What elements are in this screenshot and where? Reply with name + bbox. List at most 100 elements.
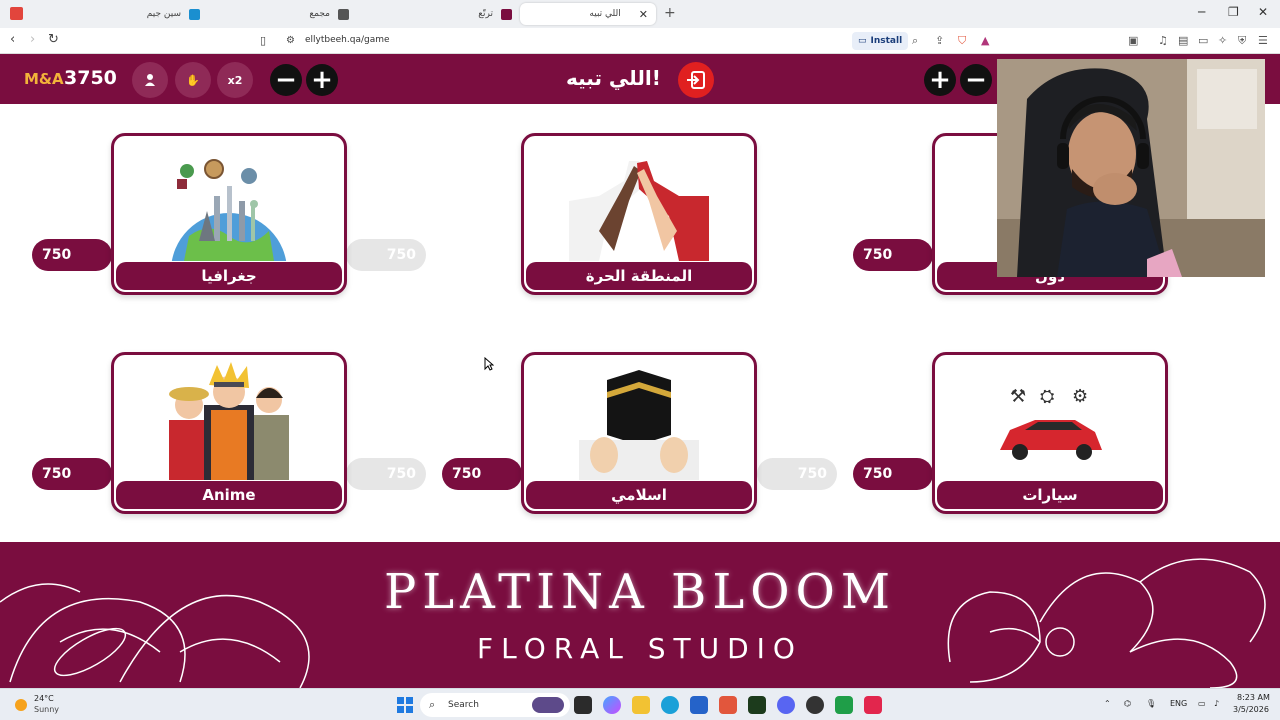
globe-landmarks-image [114,136,344,266]
tab-seen-jeem[interactable]: سين جيم [120,3,208,25]
points-value: 750 [452,466,482,482]
points-pill-geography-right[interactable]: 750 [346,239,426,271]
task-view-icon[interactable] [574,696,592,714]
points-pill-islamic-right[interactable]: 750 [757,458,837,490]
points-pill-geography-left[interactable]: 750 [32,239,112,271]
minimize-icon[interactable]: ─ [1198,5,1205,19]
minus-score-button-team2[interactable]: − [960,64,992,96]
address-bar: ‹ › ↻ ▯ ⚙ ellytbeeh.qa/game ▭ Install ⌕ … [0,28,1280,54]
points-pill-cars-left[interactable]: 750 [853,458,933,490]
zoom-icon[interactable]: ⌕ [912,34,918,48]
category-card-anime[interactable]: Anime [111,352,347,514]
back-icon[interactable]: ‹ [10,32,15,47]
wallet-icon[interactable]: ▭ [1198,34,1208,47]
tiktok-icon[interactable] [864,696,882,714]
exit-game-button[interactable] [678,62,714,98]
tab-favicon-icon [189,8,200,20]
double-points-button[interactable]: x2 [217,62,253,98]
category-card-islamic[interactable]: اسلامي [521,352,757,514]
team-name: M&A [24,70,64,88]
tab-favicon-icon [501,8,512,20]
copilot-icon[interactable] [603,696,621,714]
points-value: 750 [386,247,416,263]
url-field[interactable]: ellytbeeh.qa/game [305,35,390,45]
sponsor-subtitle: FLORAL STUDIO [477,632,803,665]
tab-label: اللي تبيه [589,9,621,19]
skip-turn-button[interactable]: ✋ [175,62,211,98]
edge-icon[interactable] [661,696,679,714]
category-label: Anime [116,481,342,509]
browser-app-icon [10,7,23,20]
restore-icon[interactable]: ❐ [1228,5,1239,19]
clock-date[interactable]: 3/5/2026 [1233,705,1269,714]
points-pill-anime-right[interactable]: 750 [346,458,426,490]
language-indicator[interactable]: ENG [1170,699,1187,708]
call-friend-button[interactable] [132,62,168,98]
tab-majma[interactable]: مجمع [295,3,357,25]
points-pill-islamic-left[interactable]: 750 [442,458,522,490]
display-icon[interactable]: ▭ [1198,699,1206,708]
install-app-button[interactable]: ▭ Install [852,32,909,50]
category-card-geography[interactable]: جغرافيا [111,133,347,295]
rewards-icon[interactable]: ▲ [981,34,989,47]
brave-icon[interactable] [719,696,737,714]
brave-shield-icon[interactable]: ⛉ [958,34,966,48]
search-highlight-icon [532,697,564,713]
xbox-icon[interactable] [835,696,853,714]
discord-icon[interactable] [777,696,795,714]
sun-weather-icon [15,699,27,711]
mouse-cursor-icon [484,357,494,371]
tab-tarattaa[interactable]: ترتّع [464,3,520,25]
minus-icon: − [275,65,297,95]
leo-icon[interactable]: ✧ [1218,34,1227,47]
monitor-icon: ▭ [858,36,867,46]
category-label: المنطقة الحرة [526,262,752,290]
obs-icon[interactable] [806,696,824,714]
tab-label: سين جيم [146,9,181,19]
team-score: 3750 [64,67,117,89]
forward-icon[interactable]: › [30,32,35,47]
terminal-icon[interactable] [748,696,766,714]
category-card-free-zone[interactable]: المنطقة الحرة [521,133,757,295]
points-value: 750 [797,466,827,482]
vpn-icon[interactable]: ⛨ [1238,34,1246,48]
minus-score-button-team1[interactable]: − [270,64,302,96]
media-icon[interactable]: ♫ [1158,34,1168,47]
browser-tab-bar: سين جيم مجمع ترتّع اللي تبيه ✕ + ─ ❐ ✕ [0,0,1280,28]
microphone-icon[interactable]: 🎙 [1146,699,1156,708]
volume-icon[interactable]: ♪ [1214,699,1219,708]
close-icon[interactable]: ✕ [639,8,648,21]
reading-list-icon[interactable]: ▤ [1178,34,1188,47]
windows-start-icon[interactable] [397,697,413,713]
plus-score-button-team2[interactable]: + [924,64,956,96]
double-label: x2 [227,73,243,87]
share-icon[interactable]: ⇪ [935,34,944,47]
network-icon[interactable]: ⌬ [1124,699,1131,708]
store-icon[interactable] [690,696,708,714]
reload-icon[interactable]: ↻ [48,32,59,47]
tab-label: مجمع [309,9,330,19]
category-card-cars[interactable]: ⚒ ⛭ ⚙ سيارات [932,352,1168,514]
points-pill-countries-left[interactable]: 750 [853,239,933,271]
menu-icon[interactable]: ☰ [1258,34,1268,47]
svg-text:⚙: ⚙ [1072,386,1088,407]
tab-elly-tbeeh[interactable]: اللي تبيه ✕ [520,3,656,25]
hand-icon: ✋ [186,73,200,87]
window-close-icon[interactable]: ✕ [1258,5,1268,19]
sidebar-toggle-icon[interactable]: ▣ [1128,34,1138,47]
file-explorer-icon[interactable] [632,696,650,714]
exit-icon [687,71,705,89]
sponsor-title: PLATINA BLOOM [383,564,897,620]
taskbar-search-input[interactable]: ⌕ Search [420,693,570,717]
bookmark-icon[interactable]: ▯ [260,34,266,47]
category-label: سيارات [937,481,1163,509]
points-pill-anime-left[interactable]: 750 [32,458,112,490]
person-icon [145,74,155,86]
tray-expand-icon[interactable]: ⌃ [1104,699,1111,708]
site-info-icon[interactable]: ⚙ [286,35,295,46]
clock-time[interactable]: 8:23 AM [1237,693,1270,702]
install-label: Install [870,36,903,46]
new-tab-button[interactable]: + [664,5,676,21]
search-placeholder: Search [448,700,479,710]
plus-score-button-team1[interactable]: + [306,64,338,96]
